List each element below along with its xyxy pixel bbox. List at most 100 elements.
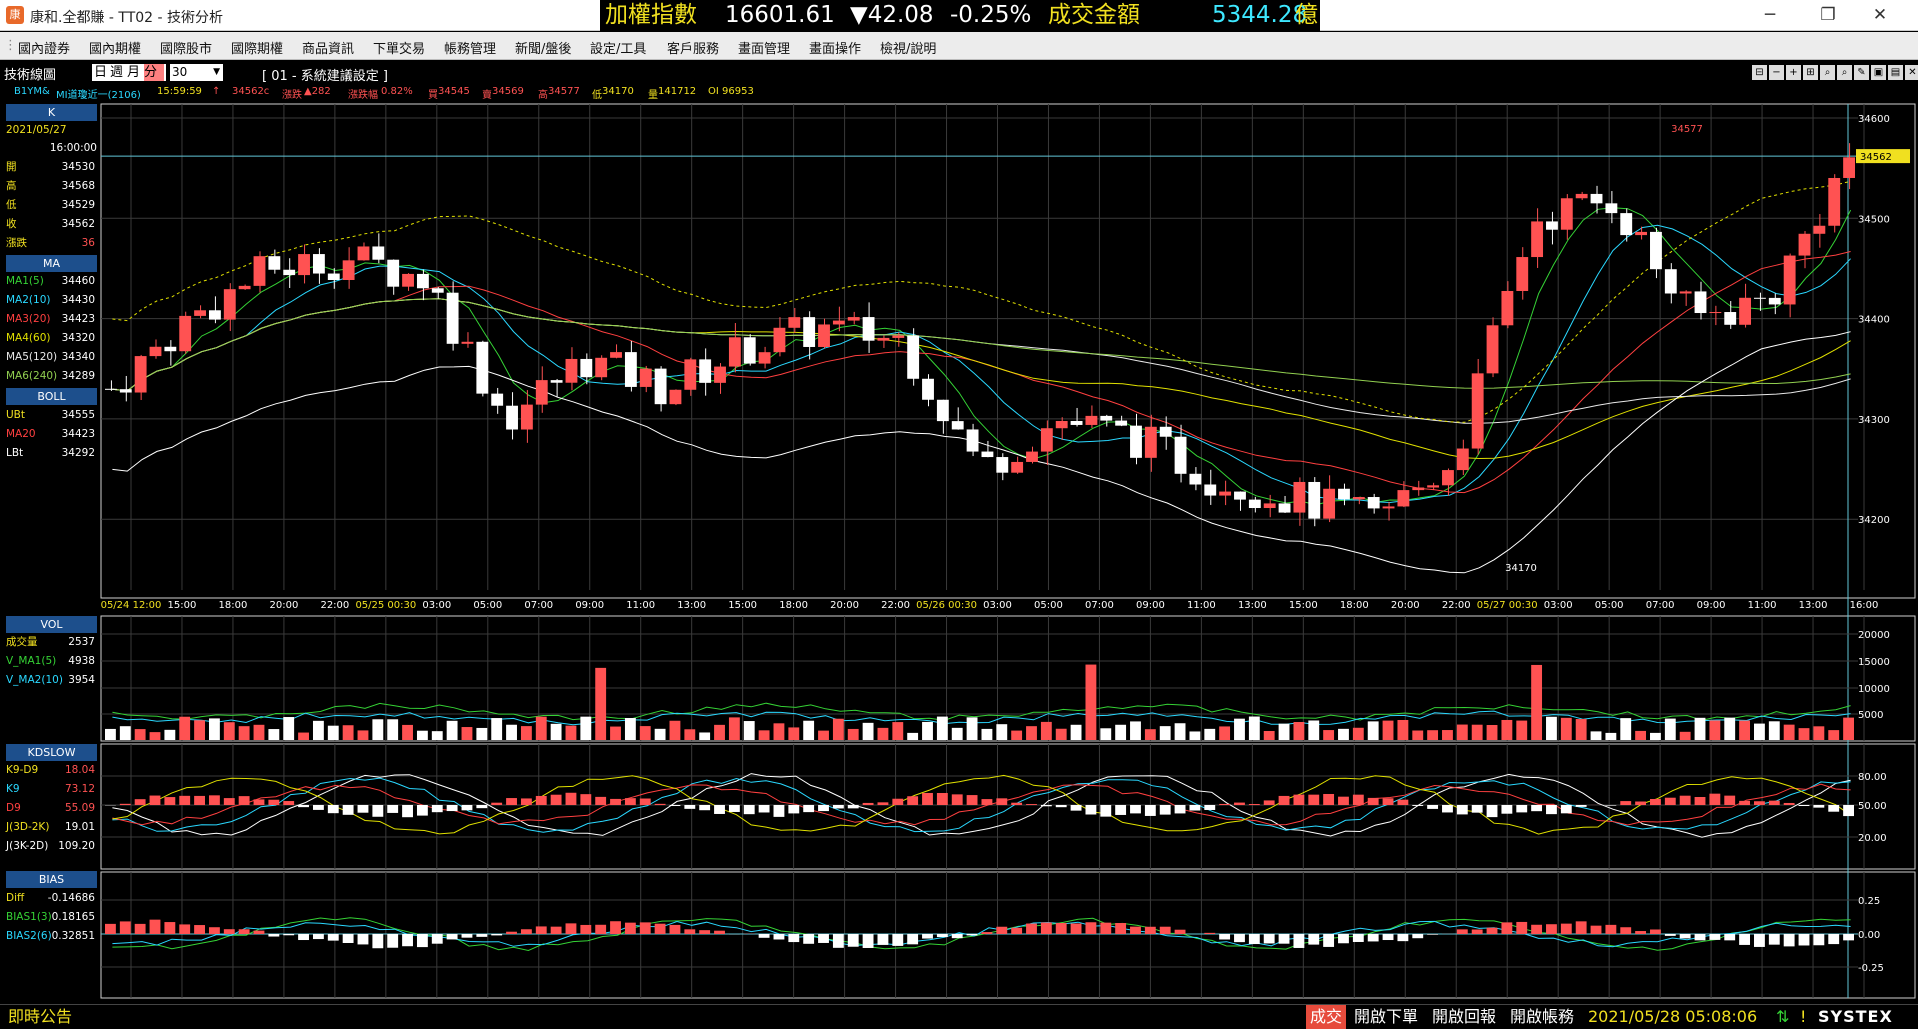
settings-icon[interactable]: ✎ — [1854, 65, 1869, 80]
quote-pct: 0.82% — [381, 86, 413, 97]
kd-diff-label: K9-D9 — [6, 764, 39, 776]
bias-bar — [758, 934, 770, 938]
candle-body — [1323, 488, 1336, 519]
search-icon[interactable]: ⌕ — [1837, 65, 1852, 80]
candle-body — [728, 337, 741, 367]
open-order-button[interactable]: 開啟下單 — [1354, 1005, 1418, 1029]
trade-button[interactable]: 成交 — [1306, 1005, 1346, 1029]
brand-label: SYSTEX — [1818, 1007, 1893, 1026]
kd-bar — [1828, 805, 1840, 812]
menu-item-trading[interactable]: 下單交易 — [373, 38, 425, 57]
bias-bar — [877, 934, 889, 945]
bias-bar — [1501, 922, 1513, 934]
menu-item-domestic-securities[interactable]: 國內證券 — [18, 38, 70, 57]
volume-bar — [1055, 728, 1067, 740]
bias-bar — [134, 923, 146, 934]
technical-chart[interactable]: 05/24 12:00 15:00 18:00 20:00 22:00 05/25 00:… — [0, 0, 1918, 1029]
save-icon[interactable]: ▣ — [1871, 65, 1886, 80]
menu-item-service[interactable]: 客戶服務 — [667, 38, 719, 57]
bias-bar — [951, 934, 963, 939]
open-account-button[interactable]: 開啟帳務 — [1510, 1005, 1574, 1029]
menu-item-screen-ops[interactable]: 畫面操作 — [809, 38, 861, 57]
period-selector: 日 週 月 分 — [92, 64, 166, 81]
x-tick-label: 20:00 — [269, 600, 298, 611]
minimize-button[interactable]: ─ — [1750, 4, 1790, 26]
candle-body — [550, 380, 563, 383]
period-day[interactable]: 日 — [94, 64, 107, 81]
kd-bar — [966, 795, 978, 805]
menu-item-intl-futures[interactable]: 國際期權 — [231, 38, 283, 57]
kd-tick-label: 50.00 — [1858, 801, 1887, 812]
kd-bar — [1486, 805, 1498, 818]
volume-bar — [877, 727, 889, 740]
volume-bar — [327, 725, 339, 740]
bias-bar — [1323, 934, 1335, 947]
kd-bar — [1605, 805, 1617, 806]
kd-bar — [877, 802, 889, 805]
bias-bar — [1293, 934, 1305, 948]
menu-item-settings[interactable]: 設定/工具 — [590, 38, 646, 57]
zoom-icon[interactable]: ⌕ — [1820, 65, 1835, 80]
close-button[interactable]: ✕ — [1860, 4, 1900, 26]
candle-body — [1724, 312, 1737, 325]
volume-bar — [1783, 724, 1795, 740]
menu-item-news[interactable]: 新聞/盤後 — [515, 38, 571, 57]
bias-bar — [1159, 926, 1171, 934]
ma3-label: MA3(20) — [6, 313, 51, 325]
candle-body — [1754, 297, 1766, 299]
bias-bar — [714, 930, 725, 934]
boll-ma-value: 34423 — [61, 428, 95, 440]
menu-item-account[interactable]: 帳務管理 — [444, 38, 496, 57]
k-row-close: 收 34562 — [6, 216, 97, 233]
volume-bar — [1085, 664, 1097, 740]
zoom-out-icon[interactable]: ⊟ — [1752, 65, 1767, 80]
volume-bar — [298, 732, 309, 740]
menu-item-quotes[interactable]: 商品資訊 — [302, 38, 354, 57]
menu-item-intl-stocks[interactable]: 國際股市 — [160, 38, 212, 57]
bias-bar — [1546, 924, 1557, 934]
bias-bar — [1263, 934, 1275, 944]
maximize-button[interactable]: ❐ — [1808, 4, 1848, 26]
bias-bar — [1754, 934, 1765, 947]
interval-select[interactable]: 30 ▼ — [170, 64, 223, 81]
plus-icon[interactable]: + — [1786, 65, 1801, 80]
kd-bar — [951, 794, 963, 805]
bias-bar — [431, 934, 443, 944]
bias-bar — [565, 923, 577, 934]
candle-body — [431, 288, 444, 293]
period-minute[interactable]: 分 — [144, 64, 164, 81]
volume-bar — [654, 728, 666, 740]
k9-row: K9 73.12 — [6, 781, 97, 798]
bias-bar — [520, 929, 532, 934]
boll-ma-row: MA20 34423 — [6, 426, 97, 443]
ma4-row: MA4(60) 34320 — [6, 330, 97, 347]
menu-item-screen-mgmt[interactable]: 畫面管理 — [738, 38, 790, 57]
bias-bar — [119, 921, 131, 934]
boll-ma-label: MA20 — [6, 428, 36, 440]
volume-bar — [981, 728, 993, 740]
close-chart-icon[interactable]: ✕ — [1905, 65, 1918, 80]
bias-bar — [223, 929, 235, 934]
ma6-value: 34289 — [61, 370, 95, 382]
candle-body — [119, 389, 132, 393]
period-week[interactable]: 週 — [110, 64, 123, 81]
menu-item-domestic-futures[interactable]: 國內期權 — [89, 38, 141, 57]
menu-item-help[interactable]: 檢視/說明 — [880, 38, 936, 57]
bias-bar — [1739, 934, 1751, 945]
minus-icon[interactable]: − — [1769, 65, 1784, 80]
kd-bar — [862, 802, 874, 805]
layout-icon[interactable]: ▤ — [1888, 65, 1903, 80]
expand-icon[interactable]: ⊞ — [1803, 65, 1818, 80]
volume-bar — [1130, 721, 1141, 740]
kd-bar — [624, 798, 636, 805]
bias2-value: 0.32851 — [51, 930, 95, 942]
d9-value: 55.09 — [64, 802, 95, 814]
period-month[interactable]: 月 — [127, 64, 140, 81]
candle-body — [610, 352, 622, 358]
kd-bar — [565, 792, 577, 805]
open-report-button[interactable]: 開啟回報 — [1432, 1005, 1496, 1029]
bias-bar — [1650, 929, 1661, 934]
kd-bar — [1367, 797, 1379, 805]
chart-toolbar: 技術線圖 日 週 月 分 30 ▼ [ 01 - 系統建議設定 ] ⊟ − + ⊞… — [0, 61, 1918, 84]
candle-body — [1650, 231, 1662, 270]
